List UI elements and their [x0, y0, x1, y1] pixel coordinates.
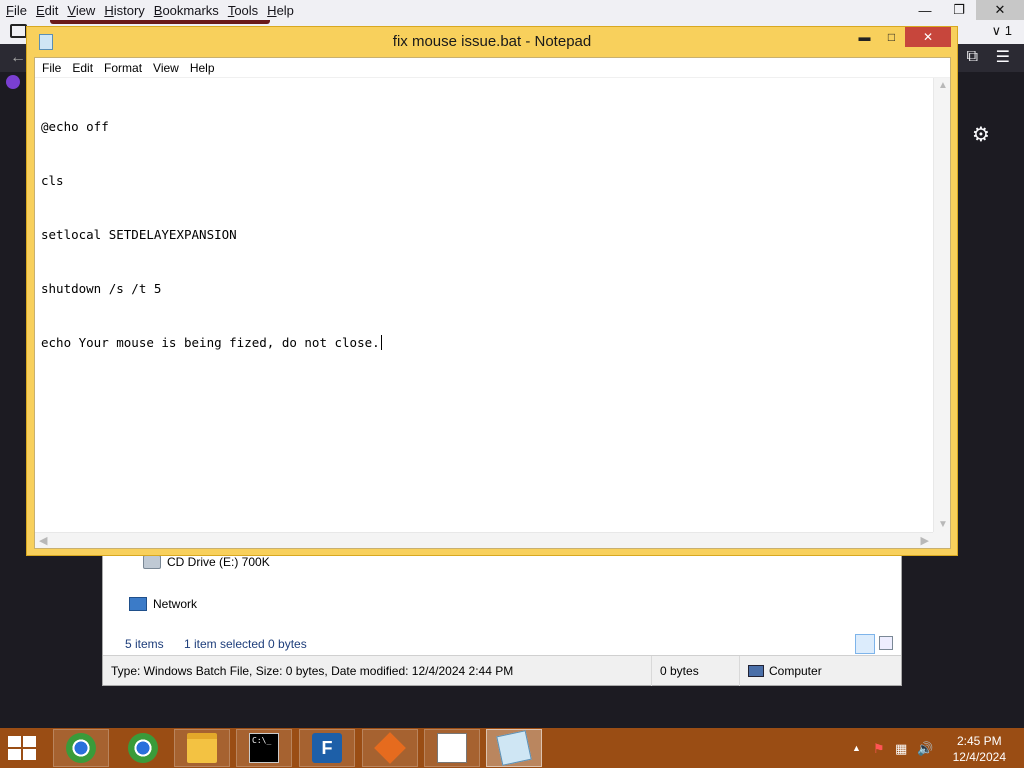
horizontal-scrollbar[interactable]: ◀ ▶	[35, 532, 933, 548]
tab-count-label: 1	[1004, 23, 1012, 38]
notepad-window: fix mouse issue.bat - Notepad ▬ □ ✕ File…	[26, 26, 958, 556]
notepad-client: File Edit Format View Help @echo off cls…	[34, 57, 951, 549]
text-line: @echo off	[41, 119, 109, 134]
chrome-icon	[66, 733, 96, 763]
item-count: 5 items	[125, 637, 164, 651]
computer-icon	[748, 665, 764, 677]
ff-menu-edit[interactable]: Edit	[36, 3, 58, 18]
windows-logo-icon	[8, 736, 21, 747]
ff-restore-button[interactable]: ❐	[942, 0, 976, 20]
box-app-icon	[374, 732, 406, 764]
tab-overview-icon[interactable]	[10, 24, 27, 38]
taskbar-cmd[interactable]: C:\_	[236, 729, 292, 767]
cd-drive-icon	[143, 555, 161, 569]
action-center-flag-icon[interactable]: ⚑	[873, 741, 885, 757]
ff-menu-tools[interactable]: Tools	[228, 3, 258, 18]
window-controls: ▬ □ ✕	[851, 27, 951, 49]
selection-info: 1 item selected 0 bytes	[184, 637, 307, 651]
list-item[interactable]: CD Drive (E:) 700K	[143, 555, 270, 569]
text-line: cls	[41, 173, 64, 188]
taskbar-explorer[interactable]	[174, 729, 230, 767]
notepad-titlebar[interactable]: fix mouse issue.bat - Notepad ▬ □ ✕	[27, 27, 957, 57]
location-label: Computer	[769, 664, 822, 678]
details-view-button[interactable]	[855, 634, 875, 654]
clock-date: 12/4/2024	[952, 750, 1006, 764]
explorer-details-bar: Type: Windows Batch File, Size: 0 bytes,…	[103, 655, 901, 686]
explorer-window: CD Drive (E:) 700K Network 5 items 1 ite…	[102, 546, 902, 686]
close-button[interactable]: ✕	[905, 27, 951, 47]
menu-format[interactable]: Format	[104, 61, 142, 75]
network-icon	[129, 597, 147, 611]
ff-menu-history[interactable]: History	[104, 3, 144, 18]
show-hidden-icons-icon[interactable]: ▲	[852, 743, 861, 753]
ff-window-controls: — ❐ ✕	[908, 0, 1024, 20]
taskbar-chrome[interactable]	[53, 729, 109, 767]
ff-menu-bookmarks[interactable]: Bookmarks	[154, 3, 219, 18]
taskbar-task-list[interactable]	[424, 729, 480, 767]
editor-text: @echo off cls setlocal SETDELAYEXPANSION…	[41, 82, 927, 388]
clock-time: 2:45 PM	[956, 734, 1002, 748]
window-title: fix mouse issue.bat - Notepad	[392, 33, 592, 50]
vertical-scrollbar[interactable]: ▲ ▼	[933, 78, 950, 532]
notepad-icon	[496, 730, 532, 766]
ff-menu-file[interactable]: File	[6, 3, 27, 18]
text-caret	[380, 335, 382, 350]
menu-view[interactable]: View	[153, 61, 179, 75]
firefox-menubar: File Edit View History Bookmarks Tools H…	[0, 0, 1024, 20]
minimize-button[interactable]: ▬	[851, 27, 878, 47]
taskbar-filezilla[interactable]: F	[299, 729, 355, 767]
explorer-status-bar: 5 items 1 item selected 0 bytes	[111, 633, 895, 655]
menu-file[interactable]: File	[42, 61, 61, 75]
scroll-down-icon[interactable]: ▼	[938, 519, 948, 530]
filezilla-icon: F	[312, 733, 342, 763]
file-explorer-icon	[187, 733, 217, 763]
system-tray: ▲ ⚑ ▦ 🔊 2:45 PM 12/4/2024	[844, 728, 1024, 768]
ff-menu-help[interactable]: Help	[267, 3, 294, 18]
ff-menu-view[interactable]: View	[67, 3, 95, 18]
item-label: Network	[153, 597, 198, 611]
ff-minimize-button[interactable]: —	[908, 0, 942, 20]
scroll-left-icon[interactable]: ◀	[39, 534, 47, 547]
ff-active-tab[interactable]	[50, 20, 270, 24]
chrome-icon	[128, 733, 158, 763]
text-line: shutdown /s /t 5	[41, 281, 162, 296]
gear-icon[interactable]: ⚙	[972, 122, 990, 147]
firefox-logo-icon	[6, 75, 20, 89]
scroll-up-icon[interactable]: ▲	[938, 80, 948, 91]
text-line: echo Your mouse is being fized, do not c…	[41, 335, 380, 350]
network-status-icon[interactable]: ▦	[895, 741, 907, 757]
taskbar: C:\_ F ▲ ⚑ ▦ 🔊 2:45 PM 12/4/2024	[0, 728, 1024, 768]
taskbar-box-app[interactable]	[362, 729, 418, 767]
clock[interactable]: 2:45 PM 12/4/2024	[953, 733, 1006, 765]
text-line: setlocal SETDELAYEXPANSION	[41, 227, 237, 242]
file-type-info: Type: Windows Batch File, Size: 0 bytes,…	[111, 664, 514, 678]
command-prompt-icon: C:\_	[249, 733, 279, 763]
ff-tab-count[interactable]: ∨ 1	[992, 23, 1012, 39]
volume-icon[interactable]: 🔊	[917, 741, 933, 757]
location: Computer	[739, 656, 899, 686]
taskbar-chrome-2[interactable]	[115, 729, 171, 767]
notepad-menubar: File Edit Format View Help	[35, 58, 950, 78]
ff-close-button[interactable]: ✕	[976, 0, 1024, 20]
menu-help[interactable]: Help	[190, 61, 215, 75]
text-editor[interactable]: @echo off cls setlocal SETDELAYEXPANSION…	[35, 78, 933, 532]
extensions-icon[interactable]: ⧉	[967, 48, 978, 66]
task-list-icon	[437, 733, 467, 763]
chevron-down-icon: ∨	[991, 23, 1002, 38]
start-button[interactable]	[8, 736, 38, 760]
back-arrow-icon[interactable]: ←	[10, 49, 26, 67]
menu-edit[interactable]: Edit	[72, 61, 93, 75]
taskbar-notepad[interactable]	[486, 729, 542, 767]
resize-grip[interactable]	[933, 532, 950, 548]
list-item[interactable]: Network	[129, 597, 197, 611]
item-label: CD Drive (E:) 700K	[167, 555, 270, 569]
scroll-right-icon[interactable]: ▶	[921, 534, 929, 547]
hamburger-menu-icon[interactable]: ☰	[996, 47, 1010, 67]
file-size: 0 bytes	[651, 656, 739, 686]
maximize-button[interactable]: □	[878, 27, 905, 47]
large-icons-view-button[interactable]	[879, 636, 893, 650]
